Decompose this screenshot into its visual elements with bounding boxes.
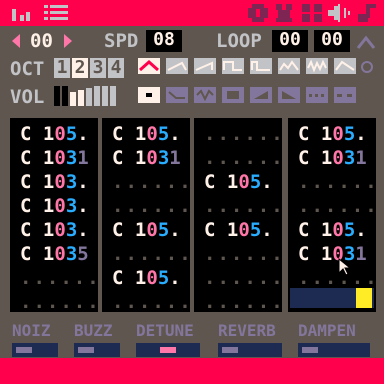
fx-arp-slow[interactable] [334,87,356,103]
octave-3[interactable]: 3 [90,58,106,78]
tracker-row[interactable]: ...... [20,266,101,290]
tracker-row[interactable]: C 103. [20,218,89,242]
channel-4[interactable]: C 105. C 1031............ C 105. C 1031....… [288,118,379,313]
fx-noiz-toggle[interactable] [12,343,58,357]
fx-fade-out[interactable] [278,87,300,103]
tracker-row[interactable]: C 105. [112,122,181,146]
tracker-row[interactable]: C 1031 [298,242,367,266]
wave-phaser[interactable] [334,58,356,74]
tracker-row[interactable]: C 105. [20,122,89,146]
tracker-row[interactable]: C 103. [20,194,89,218]
prev-sfx-button[interactable] [10,32,22,50]
tracker-row[interactable]: ...... [20,290,101,314]
fx-dampen-label[interactable]: DAMPEN [298,321,356,340]
fx-dampen-toggle[interactable] [298,343,370,357]
tracker-row[interactable]: ...... [112,170,193,194]
grid-icon[interactable] [44,5,70,21]
tracker-row[interactable]: ...... [112,290,193,314]
pencil-icon[interactable] [356,32,376,50]
music-note-icon[interactable] [12,5,36,21]
speed-label: SPD [104,30,139,52]
fx-arp-fast[interactable] [306,87,328,103]
channel-3[interactable]: ............ C 105....... C 105...........… [194,118,285,314]
sfx-index[interactable]: 00 [30,32,53,51]
speaker-icon[interactable] [328,4,350,22]
wave-triangle[interactable] [138,58,160,74]
top-menu-bar [0,0,384,26]
tracker-row[interactable]: ...... [204,266,285,290]
wave-square[interactable] [222,58,244,74]
tracker-row[interactable]: ...... [298,194,379,218]
tracker-row[interactable]: ...... [204,290,285,314]
wave-noise[interactable] [306,58,328,74]
loop-end-field[interactable]: 00 [314,30,350,52]
tracker-row[interactable]: C 1031 [298,146,367,170]
tracker-row[interactable]: ...... [204,146,285,170]
fx-slide[interactable] [166,87,188,103]
gear-icon[interactable] [274,4,294,22]
fx-noiz-label[interactable]: NOIZ [12,321,51,340]
tracker-row[interactable]: ...... [112,194,193,218]
tracker-row[interactable]: ...... [204,194,285,218]
tracker-row[interactable]: C 103. [20,170,89,194]
octave-4[interactable]: 4 [108,58,124,78]
fx-detune-label[interactable]: DETUNE [136,321,194,340]
tracker-row[interactable]: C 105. [298,122,367,146]
tracker-row[interactable]: C 105. [204,170,273,194]
fx-fade-in[interactable] [250,87,272,103]
tracker-row[interactable]: ...... [112,242,193,266]
tracker-row[interactable]: ...... [204,242,285,266]
octave-label: OCT [10,58,45,80]
palette-icon[interactable] [302,4,322,22]
instrument-toggle-icon[interactable] [360,60,374,74]
fx-detune-toggle[interactable] [136,343,200,357]
wave-pulse[interactable] [250,58,272,74]
fx-none[interactable] [138,87,160,103]
channel-4-cursor-block[interactable] [356,288,372,308]
tracker-row[interactable]: ...... [204,122,285,146]
octave-2[interactable]: 2 [72,58,88,78]
loop-label: LOOP [216,30,262,52]
channel-2[interactable]: C 105. C 1031............ C 105....... C 10… [102,118,193,314]
wave-tilted-saw[interactable] [166,58,188,74]
tracker-row[interactable]: C 1035 [20,242,89,266]
channel-1[interactable]: C 105. C 1031 C 103. C 103. C 103. C 1035....… [10,118,101,314]
fx-drop[interactable] [222,87,244,103]
loop-start-field[interactable]: 00 [272,30,308,52]
next-sfx-button[interactable] [62,32,74,50]
fx-reverb-label[interactable]: REVERB [218,321,276,340]
tracker-row[interactable]: C 105. [112,218,181,242]
speed-field[interactable]: 08 [146,30,182,52]
bottom-bar [0,358,384,384]
eye-icon[interactable] [248,4,268,22]
mouse-cursor-icon [338,258,352,276]
volume-bars[interactable] [54,84,126,106]
wave-organ[interactable] [278,58,300,74]
volume-label: VOL [10,86,45,108]
tracker-row[interactable]: C 1031 [20,146,89,170]
tracker-row[interactable]: C 105. [204,218,273,242]
fx-reverb-toggle[interactable] [218,343,282,357]
note-icon[interactable] [356,4,376,22]
fx-vibrato[interactable] [194,87,216,103]
tracker-row[interactable]: C 1031 [112,146,181,170]
octave-1[interactable]: 1 [54,58,70,78]
wave-saw[interactable] [194,58,216,74]
sfx-editor: 00 SPD 08 LOOP 00 00 OCT 1 2 3 4 VOL C 1… [0,0,384,384]
tracker-row[interactable]: C 105. [112,266,181,290]
tracker-row[interactable]: C 105. [298,218,367,242]
tracker-row[interactable]: ...... [298,170,379,194]
fx-buzz-label[interactable]: BUZZ [74,321,113,340]
fx-buzz-toggle[interactable] [74,343,120,357]
